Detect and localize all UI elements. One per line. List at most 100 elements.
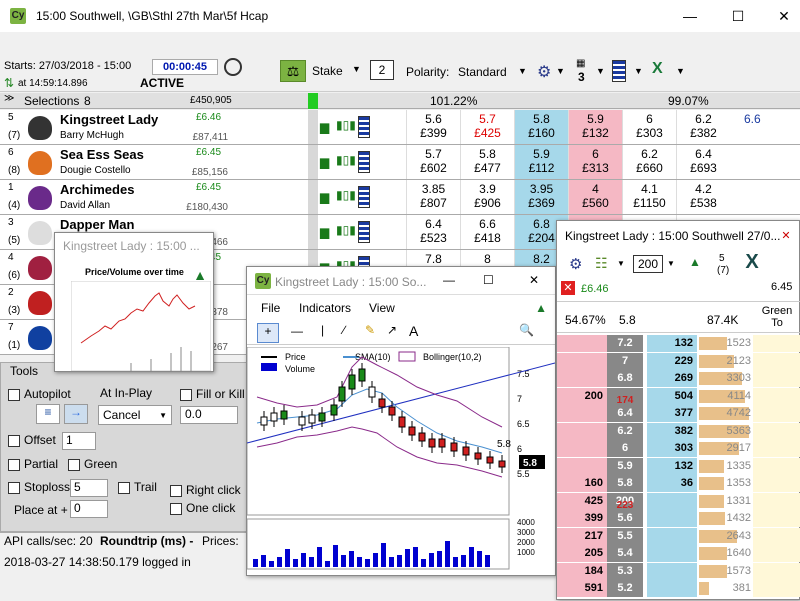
ladder-icon[interactable] bbox=[358, 116, 370, 138]
ladder-icon[interactable] bbox=[358, 151, 370, 173]
vertical-line-tool-icon[interactable]: | bbox=[321, 323, 324, 337]
chevron-down-icon[interactable]: ▼ bbox=[596, 66, 605, 76]
ladder-lay-cell[interactable]: 229 bbox=[647, 352, 697, 370]
ladder-lay-cell[interactable]: 504 bbox=[647, 387, 697, 405]
price-cell[interactable]: 4.2 £538 bbox=[676, 180, 730, 214]
maximize-button[interactable]: ☐ bbox=[728, 6, 748, 26]
ladder-lay-cell[interactable]: 269 bbox=[647, 370, 697, 387]
price-cell[interactable]: 5.9 £112 bbox=[514, 145, 568, 179]
ladder-row[interactable]: 591 5.2 381 bbox=[557, 580, 800, 597]
ladder-green-to-cell[interactable] bbox=[753, 475, 800, 492]
ladder-lay-cell[interactable]: 377 bbox=[647, 405, 697, 422]
fill-or-kill-checkbox[interactable]: Fill or Kill bbox=[180, 387, 245, 401]
ladder-green-to-cell[interactable] bbox=[753, 370, 800, 387]
ladder-lay-cell[interactable] bbox=[647, 510, 697, 527]
ladder-icon[interactable] bbox=[358, 186, 370, 208]
chart-icon[interactable]: ▆ bbox=[320, 120, 329, 134]
ladder-lay-cell[interactable] bbox=[647, 545, 697, 562]
ladder-row[interactable]: 6.4 377 4742 bbox=[557, 405, 800, 422]
ladder-green-to-cell[interactable] bbox=[753, 440, 800, 457]
price-cell[interactable]: 5.8 £160 bbox=[514, 110, 568, 144]
chart-icon[interactable]: ▆ bbox=[320, 155, 329, 169]
ladder-row[interactable]: 217 5.5 2643 bbox=[557, 527, 800, 545]
ladder-green-to-cell[interactable] bbox=[753, 352, 800, 370]
one-click-checkbox[interactable]: One click bbox=[170, 501, 235, 515]
ladder-lay-cell[interactable]: 132 bbox=[647, 457, 697, 475]
chart-icon[interactable]: ▆ bbox=[320, 190, 329, 204]
ladder-back-cell[interactable]: 425 bbox=[557, 492, 607, 510]
ladder-back-cell[interactable] bbox=[557, 370, 607, 387]
text-tool-icon[interactable]: A bbox=[409, 323, 418, 339]
ladder-green-to-cell[interactable] bbox=[753, 335, 800, 352]
ladder-icon[interactable] bbox=[358, 221, 370, 243]
chevron-down-icon[interactable]: ▼ bbox=[556, 66, 565, 76]
ladder-row[interactable]: 5.9 132 1335 bbox=[557, 457, 800, 475]
ladder-row[interactable]: 184 5.3 1573 bbox=[557, 562, 800, 580]
ladder-row[interactable]: 160 5.8 36 1353 bbox=[557, 475, 800, 492]
runner-name[interactable]: Archimedes bbox=[60, 182, 134, 197]
ladder-green-to-cell[interactable] bbox=[753, 580, 800, 597]
ladder-green-to-cell[interactable] bbox=[753, 405, 800, 422]
ladder-close-button[interactable]: ✕ bbox=[779, 229, 793, 243]
close-button[interactable]: ✕ bbox=[774, 6, 794, 26]
ladder-row[interactable]: 6 303 2917 bbox=[557, 440, 800, 457]
price-cell[interactable]: 4 £560 bbox=[568, 180, 622, 214]
price-cell[interactable]: 6.4 £523 bbox=[406, 215, 460, 249]
runner-name[interactable]: Sea Ess Seas bbox=[60, 147, 144, 162]
ladder-back-cell[interactable]: 205 bbox=[557, 545, 607, 562]
ladder-stake-input[interactable]: 200 bbox=[633, 255, 663, 273]
price-cell[interactable]: 5.7 £425 bbox=[460, 110, 514, 144]
scales-icon[interactable]: ⚖ bbox=[280, 60, 306, 82]
partial-checkbox[interactable]: Partial bbox=[8, 457, 58, 471]
chart-icon[interactable]: ▆ bbox=[320, 225, 329, 239]
runner-row[interactable]: 5 (7) Kingstreet Lady Barry McHugh £87,411 £6… bbox=[0, 110, 800, 145]
ladder-lay-cell[interactable] bbox=[647, 562, 697, 580]
candle-icon[interactable]: ▮▯▮ bbox=[336, 188, 356, 202]
stoploss-input[interactable]: 5 bbox=[70, 479, 108, 497]
price-cell[interactable]: 5.9 £132 bbox=[568, 110, 622, 144]
price-cell[interactable]: 6.6 £418 bbox=[460, 215, 514, 249]
money-icon[interactable]: ☷ bbox=[595, 255, 608, 272]
ladder-lay-cell[interactable] bbox=[647, 492, 697, 510]
trail-checkbox[interactable]: Trail bbox=[118, 480, 157, 494]
ladder-green-to-cell[interactable] bbox=[753, 510, 800, 527]
ladder-lay-cell[interactable]: 382 bbox=[647, 422, 697, 440]
green-to-button[interactable]: Green To bbox=[759, 305, 795, 329]
ladder-back-cell[interactable]: 217 bbox=[557, 527, 607, 545]
green-checkbox[interactable]: Green bbox=[68, 457, 117, 471]
runner-row[interactable]: 1 (4) Archimedes David Allan £180,430 £6.45 ▆ ▮… bbox=[0, 180, 800, 215]
price-cell[interactable]: 3.85 £807 bbox=[406, 180, 460, 214]
crosshair-tool-icon[interactable]: + bbox=[257, 323, 279, 343]
autopilot-list-button[interactable]: ≡ bbox=[36, 404, 60, 424]
price-cell[interactable]: 6.2 £660 bbox=[622, 145, 676, 179]
ladder-row[interactable]: 6.2 382 5363 bbox=[557, 422, 800, 440]
polarity-dropdown-icon[interactable]: ▼ bbox=[518, 66, 527, 76]
price-cell[interactable]: 6 £303 bbox=[622, 110, 676, 144]
chart-menu-item[interactable]: File bbox=[261, 301, 280, 315]
price-cell[interactable]: 6.4 £693 bbox=[676, 145, 730, 179]
ladder-green-to-cell[interactable] bbox=[753, 387, 800, 405]
autopilot-go-button[interactable]: → bbox=[64, 404, 88, 424]
collapse-icon[interactable]: ≫ bbox=[4, 93, 14, 104]
chevron-down-icon[interactable]: ▼ bbox=[676, 66, 685, 76]
ladder-back-cell[interactable]: 399 bbox=[557, 510, 607, 527]
runner-name[interactable]: Kingstreet Lady bbox=[60, 112, 158, 127]
ladder-row[interactable]: 399 5.6 1432 bbox=[557, 510, 800, 527]
ladder-lay-cell[interactable] bbox=[647, 527, 697, 545]
minimize-button[interactable]: — bbox=[680, 6, 700, 26]
price-cell[interactable]: 5.7 £602 bbox=[406, 145, 460, 179]
trend-line-tool-icon[interactable]: ∕ bbox=[343, 323, 345, 337]
runner-name[interactable]: Dapper Man bbox=[60, 217, 134, 232]
place-at-input[interactable]: 0 bbox=[70, 500, 108, 518]
excel-icon[interactable]: X bbox=[652, 60, 672, 80]
ladder-back-cell[interactable]: 160 bbox=[557, 475, 607, 492]
ladder-green-to-cell[interactable] bbox=[753, 545, 800, 562]
ladder-row[interactable]: 7 229 2123 bbox=[557, 352, 800, 370]
price-cell[interactable]: 5.6 £399 bbox=[406, 110, 460, 144]
ladder-back-cell[interactable] bbox=[557, 352, 607, 370]
right-click-checkbox[interactable]: Right click bbox=[170, 483, 241, 497]
price-cell[interactable]: 4.1 £1150 bbox=[622, 180, 676, 214]
chart-maximize-button[interactable]: ☐ bbox=[483, 273, 494, 287]
fok-input[interactable]: 0.0 bbox=[180, 406, 238, 424]
refresh-icon[interactable]: ⇅ bbox=[4, 76, 14, 90]
